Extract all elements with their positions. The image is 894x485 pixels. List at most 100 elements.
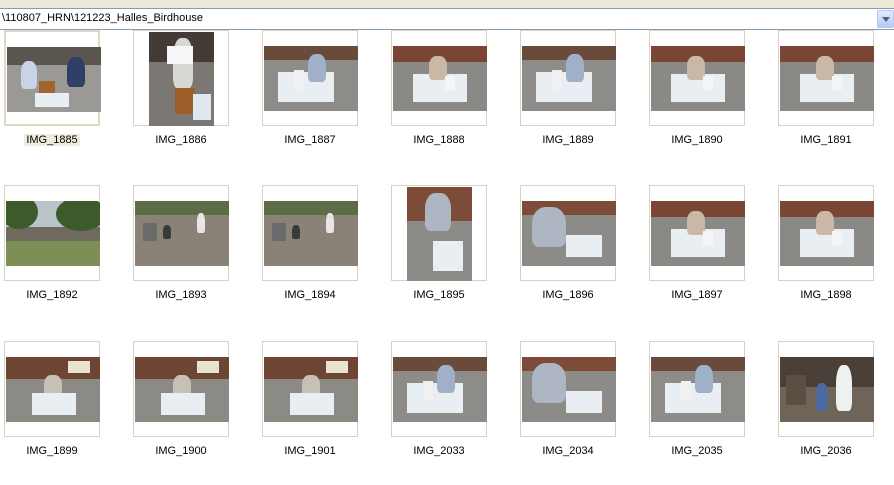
thumbnail-item[interactable]: IMG_1887 [260,30,360,154]
photo-thumbnail[interactable] [651,357,745,422]
photo-thumbnail[interactable] [651,46,745,111]
file-name: IMG_2036 [800,445,852,457]
thumbnail-label[interactable]: IMG_1889 [518,134,618,146]
thumbnail-label[interactable]: IMG_1890 [647,134,747,146]
thumbnail-label[interactable]: IMG_1899 [2,445,102,457]
thumbnail-item[interactable]: IMG_1885 [2,30,102,154]
thumbnail-item[interactable]: IMG_1893 [131,185,231,309]
photo-thumbnail[interactable] [6,201,100,266]
file-name: IMG_1896 [542,289,594,301]
thumbnail-label[interactable]: IMG_1896 [518,289,618,301]
thumbnail-label[interactable]: IMG_1897 [647,289,747,301]
photo-thumbnail[interactable] [135,201,229,266]
file-name: IMG_1899 [26,445,78,457]
thumbnail-item[interactable]: IMG_1898 [776,185,876,309]
thumbnail-frame[interactable] [4,30,101,126]
thumbnail-item[interactable]: IMG_1897 [647,185,747,309]
thumbnail-frame[interactable] [649,185,745,281]
photo-thumbnail[interactable] [651,201,745,266]
thumbnail-item[interactable]: IMG_1899 [2,341,102,465]
thumbnail-label[interactable]: IMG_2036 [776,445,876,457]
thumbnail-label[interactable]: IMG_2033 [389,445,489,457]
file-name: IMG_1901 [284,445,336,457]
thumbnail-item[interactable]: IMG_1886 [131,30,231,154]
thumbnail-frame[interactable] [391,30,487,126]
toolbar-strip [0,0,894,8]
thumbnail-item[interactable]: IMG_1889 [518,30,618,154]
thumbnail-label[interactable]: IMG_1901 [260,445,360,457]
thumbnail-label[interactable]: IMG_1900 [131,445,231,457]
file-name: IMG_2033 [413,445,465,457]
file-name: IMG_1885 [24,134,80,146]
thumbnail-label[interactable]: IMG_2035 [647,445,747,457]
thumbnail-frame[interactable] [133,341,229,437]
address-bar[interactable]: \110807_HRN\121223_Halles_Birdhouse [0,8,894,30]
thumbnail-frame[interactable] [262,185,358,281]
thumbnail-label[interactable]: IMG_1895 [389,289,489,301]
thumbnail-label[interactable]: IMG_1894 [260,289,360,301]
thumbnail-item[interactable]: IMG_1892 [2,185,102,309]
thumbnail-label[interactable]: IMG_1893 [131,289,231,301]
thumbnail-frame[interactable] [649,30,745,126]
thumbnail-item[interactable]: IMG_1895 [389,185,489,309]
thumbnail-item[interactable]: IMG_2036 [776,341,876,465]
address-dropdown-button[interactable] [877,10,894,28]
thumbnail-label[interactable]: IMG_1887 [260,134,360,146]
photo-thumbnail[interactable] [522,46,616,111]
file-name: IMG_1891 [800,134,852,146]
thumbnail-frame[interactable] [649,341,745,437]
chevron-down-icon [882,17,890,22]
photo-thumbnail[interactable] [264,46,358,111]
photo-thumbnail[interactable] [522,201,616,266]
photo-thumbnail[interactable] [149,32,214,126]
thumbnail-frame[interactable] [520,30,616,126]
thumbnail-label[interactable]: IMG_1886 [131,134,231,146]
photo-thumbnail[interactable] [393,46,487,111]
photo-thumbnail[interactable] [780,357,874,422]
photo-thumbnail[interactable] [135,357,229,422]
thumbnail-label[interactable]: IMG_1888 [389,134,489,146]
photo-thumbnail[interactable] [264,201,358,266]
thumbnail-item[interactable]: IMG_1890 [647,30,747,154]
thumbnail-item[interactable]: IMG_1900 [131,341,231,465]
thumbnail-frame[interactable] [778,341,874,437]
photo-thumbnail[interactable] [407,187,472,281]
thumbnail-item[interactable]: IMG_1891 [776,30,876,154]
thumbnail-item[interactable]: IMG_1896 [518,185,618,309]
thumbnail-item[interactable]: IMG_2035 [647,341,747,465]
thumbnail-frame[interactable] [778,185,874,281]
thumbnail-frame[interactable] [391,185,487,281]
thumbnail-label[interactable]: IMG_1892 [2,289,102,301]
thumbnail-frame[interactable] [520,341,616,437]
photo-thumbnail[interactable] [264,357,358,422]
thumbnail-label[interactable]: IMG_1891 [776,134,876,146]
file-name: IMG_2035 [671,445,723,457]
photo-thumbnail[interactable] [780,46,874,111]
thumbnail-frame[interactable] [520,185,616,281]
thumbnail-label[interactable]: IMG_2034 [518,445,618,457]
photo-thumbnail[interactable] [393,357,487,422]
thumbnail-item[interactable]: IMG_2034 [518,341,618,465]
file-name: IMG_1895 [413,289,465,301]
thumbnail-label[interactable]: IMG_1885 [2,134,102,146]
file-name: IMG_1897 [671,289,723,301]
photo-thumbnail[interactable] [7,47,101,112]
thumbnail-label[interactable]: IMG_1898 [776,289,876,301]
address-path[interactable]: \110807_HRN\121223_Halles_Birdhouse [2,12,203,24]
photo-thumbnail[interactable] [780,201,874,266]
photo-thumbnail[interactable] [522,357,616,422]
thumbnail-frame[interactable] [778,30,874,126]
thumbnail-frame[interactable] [262,30,358,126]
thumbnail-item[interactable]: IMG_1888 [389,30,489,154]
thumbnail-frame[interactable] [262,341,358,437]
thumbnail-item[interactable]: IMG_2033 [389,341,489,465]
thumbnail-item[interactable]: IMG_1894 [260,185,360,309]
thumbnail-item[interactable]: IMG_1901 [260,341,360,465]
thumbnail-frame[interactable] [4,341,100,437]
thumbnail-frame[interactable] [133,185,229,281]
thumbnail-frame[interactable] [133,30,229,126]
thumbnail-frame[interactable] [4,185,100,281]
thumbnail-frame[interactable] [391,341,487,437]
photo-thumbnail[interactable] [6,357,100,422]
file-name: IMG_1887 [284,134,336,146]
